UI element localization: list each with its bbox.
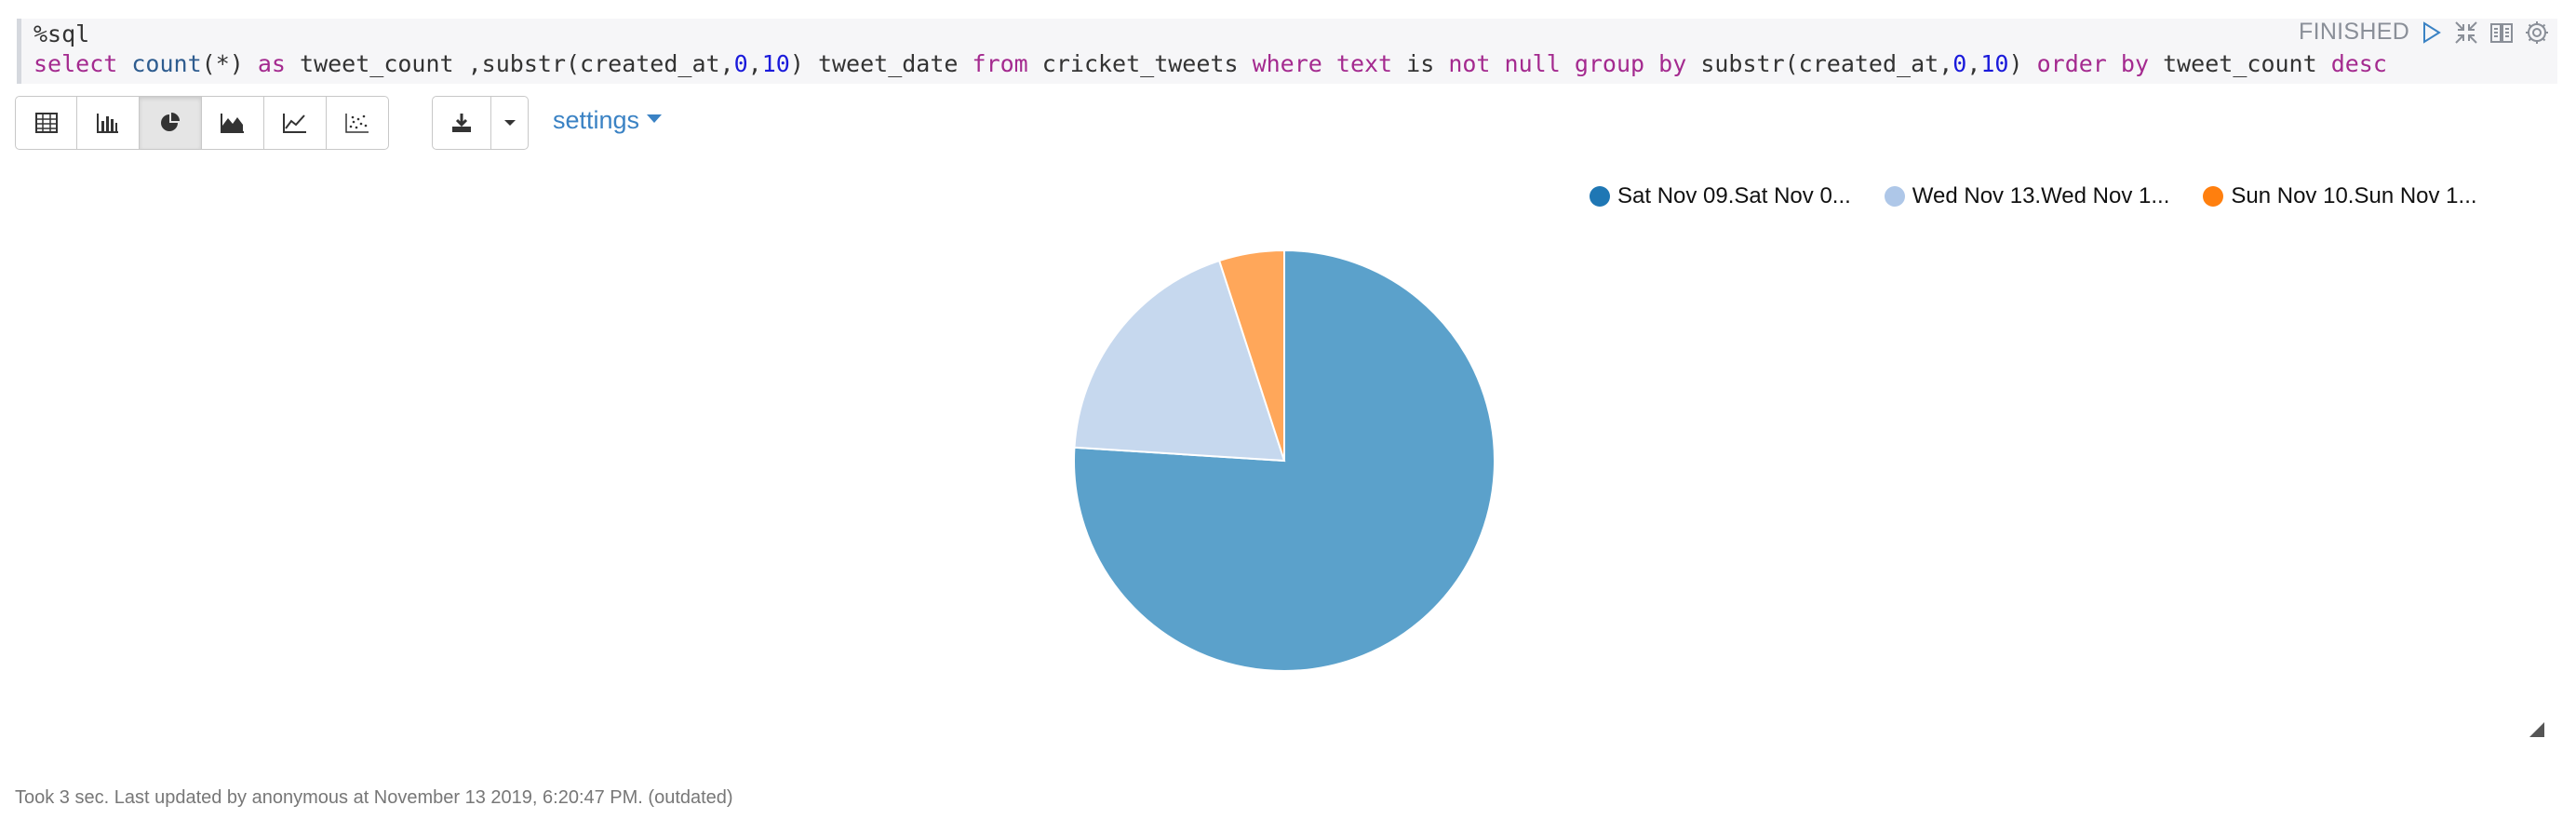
visualization-toolbar [15, 96, 389, 150]
query-token: count [131, 50, 202, 77]
legend-item[interactable]: Sun Nov 10.Sun Nov 1... [2203, 183, 2477, 209]
query-token: is [1392, 50, 1449, 77]
legend-label: Sun Nov 10.Sun Nov 1... [2231, 183, 2477, 208]
query-token: group [1574, 50, 1645, 77]
download-dropdown-button[interactable] [491, 96, 529, 150]
query-token: text [1335, 50, 1393, 77]
book-icon[interactable] [2489, 20, 2515, 46]
query-token: (*) [201, 50, 258, 77]
query-token: cricket_tweets [1027, 50, 1253, 77]
caret-down-icon [647, 114, 663, 124]
query-token: where [1252, 50, 1322, 77]
query-token: by [1658, 50, 1687, 77]
query-token: null [1504, 50, 1561, 77]
query-token: by [2120, 50, 2150, 77]
editor-query-line: select count(*) as tweet_count ,substr(c… [34, 49, 2387, 79]
query-token [2107, 50, 2121, 77]
paragraph-status: FINISHED [2299, 19, 2410, 45]
query-token: 10 [1980, 50, 2009, 77]
gear-icon[interactable] [2524, 20, 2550, 46]
query-token: select [34, 50, 118, 77]
query-token: tweet_count [2149, 50, 2331, 77]
query-token: ) tweet_date [789, 50, 973, 77]
table-view-button[interactable] [15, 96, 77, 150]
query-token: as [257, 50, 286, 77]
bar-chart-button[interactable] [77, 96, 140, 150]
query-token: substr(created_at, [1686, 50, 1953, 77]
scatter-chart-button[interactable] [327, 96, 389, 150]
run-icon[interactable] [2418, 20, 2444, 46]
legend-item[interactable]: Wed Nov 13.Wed Nov 1... [1884, 183, 2170, 209]
query-token: from [972, 50, 1028, 77]
query-token [1322, 50, 1336, 77]
query-token: not [1448, 50, 1491, 77]
area-chart-icon [221, 114, 244, 133]
query-token: tweet_count ,substr(created_at, [285, 50, 734, 77]
line-chart-icon [283, 114, 306, 133]
resize-handle[interactable] [2529, 722, 2544, 737]
legend-swatch [1590, 186, 1610, 207]
caret-down-icon [503, 120, 516, 126]
chart-legend: Sat Nov 09.Sat Nov 0... Wed Nov 13.Wed No… [1590, 183, 2511, 209]
collapse-icon[interactable] [2453, 20, 2479, 46]
query-token: 10 [761, 50, 790, 77]
legend-item[interactable]: Sat Nov 09.Sat Nov 0... [1590, 183, 1851, 209]
query-token: ) [2008, 50, 2037, 77]
query-token [117, 50, 131, 77]
settings-toggle[interactable]: settings [553, 106, 663, 135]
download-icon [452, 114, 471, 132]
paragraph-footer: Took 3 sec. Last updated by anonymous at… [15, 787, 733, 808]
legend-swatch [2203, 186, 2224, 207]
query-token [1490, 50, 1504, 77]
pie-chart-icon [161, 113, 180, 131]
sql-editor[interactable]: %sql select count(*) as tweet_count ,sub… [17, 19, 2557, 84]
bar-chart-icon [97, 114, 118, 133]
legend-swatch [1884, 186, 1905, 207]
query-token [1561, 50, 1575, 77]
pie-chart-button[interactable] [140, 96, 202, 150]
table-icon [34, 113, 58, 133]
line-chart-button[interactable] [264, 96, 327, 150]
settings-label: settings [553, 106, 640, 134]
query-token: , [1966, 50, 1981, 77]
query-token: , [747, 50, 762, 77]
legend-label: Sat Nov 09.Sat Nov 0... [1617, 183, 1851, 208]
area-chart-button[interactable] [202, 96, 264, 150]
query-token: order [2036, 50, 2107, 77]
query-token: desc [2330, 50, 2387, 77]
download-button[interactable] [432, 96, 491, 150]
editor-interpreter-line: %sql [34, 20, 90, 47]
query-token: 0 [733, 50, 748, 77]
query-token [1644, 50, 1658, 77]
download-group [432, 96, 529, 150]
legend-label: Wed Nov 13.Wed Nov 1... [1912, 183, 2170, 208]
query-token: 0 [1952, 50, 1967, 77]
scatter-chart-icon [345, 114, 369, 133]
pie-chart [1073, 248, 1496, 672]
